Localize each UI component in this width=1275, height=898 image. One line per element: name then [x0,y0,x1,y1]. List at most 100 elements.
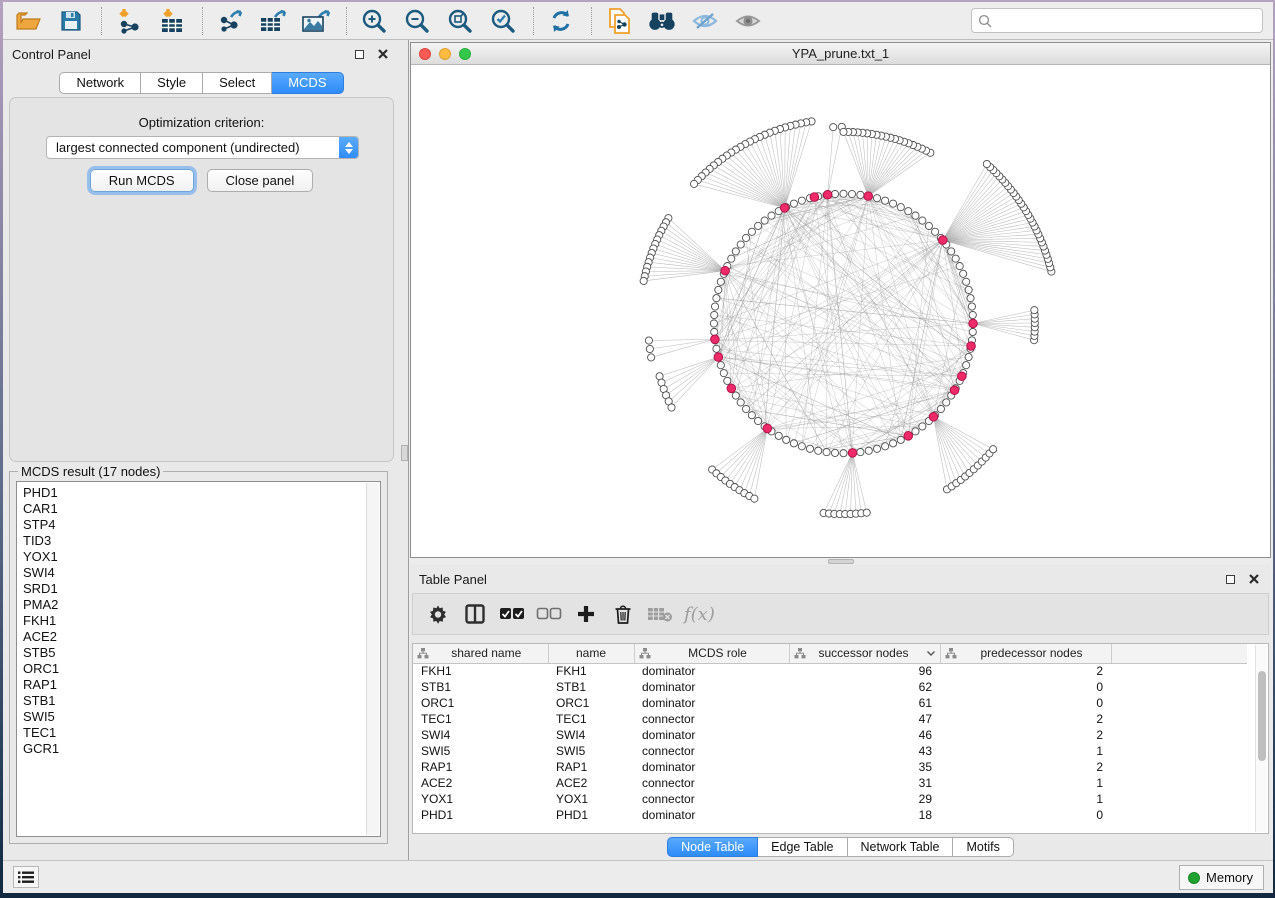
tab-select[interactable]: Select [203,72,272,94]
apply-layout-button[interactable] [546,6,576,36]
zoom-out-button[interactable] [402,6,432,36]
mcds-result-item[interactable]: TID3 [23,533,366,549]
node-table: shared namenameMCDS rolesuccessor nodesp… [412,643,1269,834]
mcds-result-item[interactable]: ACE2 [23,629,366,645]
first-neighbors-button[interactable] [647,6,677,36]
tab-network[interactable]: Network [59,72,141,94]
delete-table-button[interactable] [647,601,673,627]
vertical-splitter[interactable] [400,40,409,860]
table-row[interactable]: SWI5SWI5connector431 [413,743,1247,759]
result-list-scrollbar[interactable] [366,483,379,835]
clone-network-document-icon [606,7,632,35]
splitter-handle[interactable] [828,559,854,564]
network-canvas[interactable] [411,65,1270,557]
create-column-button[interactable] [573,601,599,627]
deselect-all-rows-button[interactable] [536,601,562,627]
close-panel-button[interactable]: Close panel [207,169,314,192]
horizontal-splitter[interactable] [409,559,1273,564]
table-panel: Table Panel [410,565,1271,860]
table-row[interactable]: FKH1FKH1dominator962 [413,663,1247,679]
mcds-result-item[interactable]: PMA2 [23,597,366,613]
optimization-criterion-label: Optimization criterion: [10,115,393,130]
export-network-button[interactable] [215,6,245,36]
dropdown-selected-value: largest connected component (undirected) [47,140,339,155]
unchecked-boxes-icon [536,607,562,621]
tab-style[interactable]: Style [141,72,203,94]
search-input[interactable] [997,14,1256,28]
column-header-MCDS-role[interactable]: MCDS role [634,644,789,663]
mcds-result-item[interactable]: SWI4 [23,565,366,581]
delete-columns-button[interactable] [610,601,636,627]
save-session-button[interactable] [56,6,86,36]
close-panel-icon[interactable] [376,47,390,61]
mcds-result-item[interactable]: FKH1 [23,613,366,629]
table-scrollbar[interactable] [1255,645,1267,832]
tab-edge-table[interactable]: Edge Table [758,837,847,857]
table-row[interactable]: STB1STB1dominator620 [413,679,1247,695]
zoom-selected-button[interactable] [488,6,518,36]
table-mode-button[interactable] [425,601,451,627]
mcds-result-item[interactable]: TEC1 [23,725,366,741]
mcds-result-item[interactable]: STB1 [23,693,366,709]
column-header-name[interactable]: name [548,644,634,663]
function-builder-button[interactable]: f(x) [684,601,715,627]
splitter-handle[interactable] [401,445,408,461]
memory-label: Memory [1206,870,1253,885]
tab-node-table[interactable]: Node Table [667,837,758,857]
import-network-button[interactable] [114,6,144,36]
memory-button[interactable]: Memory [1179,865,1264,890]
mcds-result-item[interactable]: CAR1 [23,501,366,517]
mcds-result-item[interactable]: GCR1 [23,741,366,757]
import-table-icon [159,8,186,34]
import-table-button[interactable] [157,6,187,36]
open-session-button[interactable] [13,6,43,36]
column-header-predecessor-nodes[interactable]: predecessor nodes [940,644,1111,663]
close-panel-icon[interactable] [1247,572,1261,586]
mcds-result-item[interactable]: ORC1 [23,661,366,677]
toolbar-separator [346,7,347,35]
table-row[interactable]: SWI4SWI4dominator462 [413,727,1247,743]
mcds-result-item[interactable]: STP4 [23,517,366,533]
zoom-in-button[interactable] [359,6,389,36]
mcds-result-item[interactable]: STB5 [23,645,366,661]
table-row[interactable]: TEC1TEC1connector472 [413,711,1247,727]
tab-network-table[interactable]: Network Table [848,837,954,857]
scrollbar-thumb[interactable] [1258,671,1266,761]
list-icon [18,871,34,884]
mcds-result-item[interactable]: SWI5 [23,709,366,725]
export-image-button[interactable] [301,6,331,36]
new-network-from-selection-button[interactable] [604,6,634,36]
table-panel-title: Table Panel [419,572,487,587]
mcds-result-item[interactable]: YOX1 [23,549,366,565]
network-graph[interactable] [411,65,1270,557]
table-toolbar: f(x) [412,593,1269,635]
table-row[interactable]: YOX1YOX1connector291 [413,791,1247,807]
tab-mcds[interactable]: MCDS [272,72,343,94]
trash-icon [614,604,632,624]
mcds-result-item[interactable]: SRD1 [23,581,366,597]
export-table-button[interactable] [258,6,288,36]
float-panel-icon[interactable] [352,47,366,61]
table-row[interactable]: RAP1RAP1dominator352 [413,759,1247,775]
mcds-result-group: MCDS result (17 nodes) PHD1CAR1STP4TID3Y… [9,464,388,844]
zoom-fit-button[interactable] [445,6,475,36]
column-header-shared-name[interactable]: shared name [413,644,548,663]
select-all-rows-button[interactable] [499,601,525,627]
hide-selected-button[interactable] [690,6,720,36]
float-panel-icon[interactable] [1223,572,1237,586]
column-type-icon [417,648,429,659]
tab-motifs[interactable]: Motifs [953,837,1013,857]
table-row[interactable]: PHD1PHD1dominator180 [413,807,1247,823]
task-history-button[interactable] [13,866,39,888]
show-all-button[interactable] [733,6,763,36]
table-row[interactable]: ACE2ACE2connector311 [413,775,1247,791]
optimization-criterion-dropdown[interactable]: largest connected component (undirected) [46,136,359,159]
mcds-result-item[interactable]: RAP1 [23,677,366,693]
show-columns-button[interactable] [462,601,488,627]
mcds-result-item[interactable]: PHD1 [23,485,366,501]
run-mcds-button[interactable]: Run MCDS [90,169,194,192]
table-panel-tabs: Node TableEdge TableNetwork TableMotifs [410,837,1271,857]
column-header-successor-nodes[interactable]: successor nodes [789,644,940,663]
table-row[interactable]: ORC1ORC1dominator610 [413,695,1247,711]
search-box [971,8,1263,33]
